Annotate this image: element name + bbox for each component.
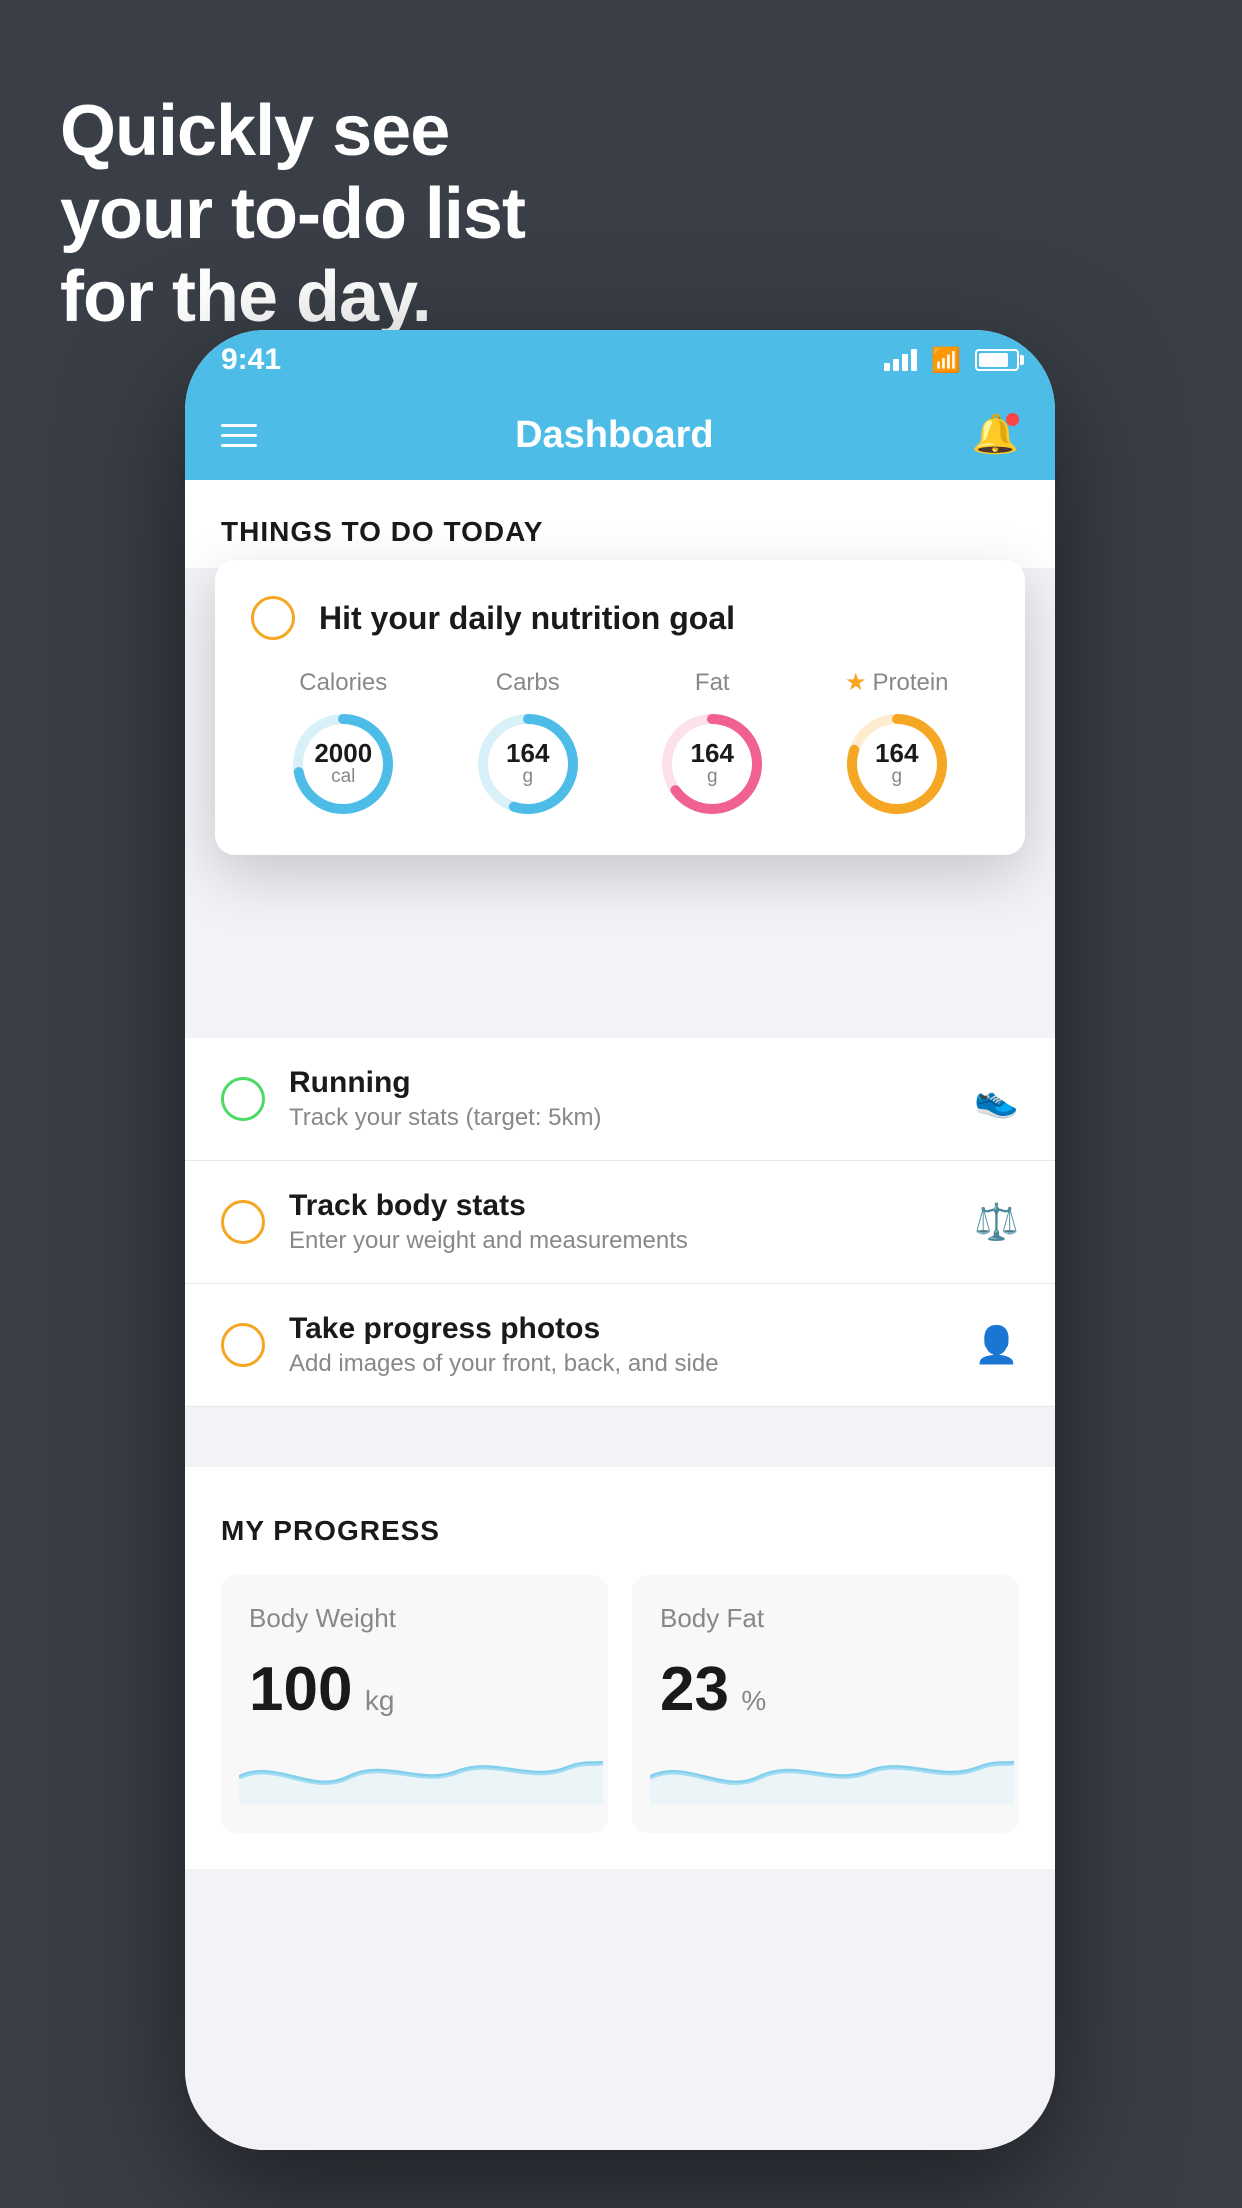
nutrient-label: Carbs <box>496 669 560 697</box>
todo-title: Take progress photos <box>289 1312 950 1346</box>
donut-unit: g <box>506 766 549 788</box>
progress-card-body-fat[interactable]: Body Fat 23 % <box>632 1575 1019 1833</box>
wave-chart <box>249 1745 580 1805</box>
todo-title: Track body stats <box>289 1189 950 1223</box>
todo-subtitle: Enter your weight and measurements <box>289 1227 950 1255</box>
donut-chart: 164 g <box>842 709 952 819</box>
nutrition-item-protein: ★Protein 164 g <box>842 668 952 819</box>
notification-badge <box>1006 413 1019 426</box>
nutrient-label: Protein <box>872 669 948 697</box>
status-bar: 9:41 📶 <box>185 330 1055 390</box>
progress-card-unit: % <box>741 1685 766 1716</box>
nutrition-item-calories: Calories 2000 cal <box>288 669 398 819</box>
donut-center: 164 g <box>506 740 549 788</box>
notifications-button[interactable]: 🔔 <box>972 413 1019 457</box>
todo-list: Running Track your stats (target: 5km) 👟… <box>185 1038 1055 1407</box>
todo-check[interactable] <box>221 1077 265 1121</box>
todo-text: Track body stats Enter your weight and m… <box>289 1189 950 1255</box>
phone-shell: 9:41 📶 Dashboard 🔔 THINGS TO <box>185 330 1055 2150</box>
status-icons: 📶 <box>884 346 1019 375</box>
donut-center: 2000 cal <box>314 740 372 788</box>
progress-card-label: Body Fat <box>660 1603 991 1634</box>
todo-check[interactable] <box>221 1323 265 1367</box>
nutrition-item-fat: Fat 164 g <box>657 669 767 819</box>
donut-center: 164 g <box>875 740 918 788</box>
donut-unit: cal <box>314 766 372 788</box>
todo-title: Running <box>289 1066 950 1100</box>
todo-text: Running Track your stats (target: 5km) <box>289 1066 950 1132</box>
todo-list-item[interactable]: Take progress photos Add images of your … <box>185 1284 1055 1407</box>
donut-unit: g <box>691 766 734 788</box>
signal-icon <box>884 349 917 371</box>
donut-value: 164 <box>875 740 918 766</box>
nutrition-card: Hit your daily nutrition goal Calories 2… <box>215 560 1025 855</box>
progress-card-label: Body Weight <box>249 1603 580 1634</box>
hero-line1: Quickly see <box>60 90 525 173</box>
progress-card-value: 100 <box>249 1655 352 1724</box>
nutrient-label: Fat <box>695 669 730 697</box>
menu-button[interactable] <box>221 424 257 447</box>
app-content: THINGS TO DO TODAY Hit your daily nutrit… <box>185 480 1055 2150</box>
donut-value: 164 <box>691 740 734 766</box>
nutrition-item-carbs: Carbs 164 g <box>473 669 583 819</box>
donut-value: 2000 <box>314 740 372 766</box>
todo-icon: 👟 <box>974 1078 1019 1120</box>
progress-card-value-row: 100 kg <box>249 1654 580 1725</box>
donut-chart: 164 g <box>657 709 767 819</box>
todo-check[interactable] <box>221 1200 265 1244</box>
todo-subtitle: Add images of your front, back, and side <box>289 1350 950 1378</box>
donut-chart: 164 g <box>473 709 583 819</box>
nav-title: Dashboard <box>515 414 713 457</box>
nutrition-row: Calories 2000 cal Carbs 164 g Fat 164 g … <box>251 668 989 819</box>
status-time: 9:41 <box>221 343 281 377</box>
progress-title: MY PROGRESS <box>221 1515 1019 1547</box>
todo-text: Take progress photos Add images of your … <box>289 1312 950 1378</box>
progress-card-unit: kg <box>365 1685 395 1716</box>
nutrition-title: Hit your daily nutrition goal <box>319 600 735 637</box>
todo-icon: 👤 <box>974 1324 1019 1366</box>
progress-card-value: 23 <box>660 1655 729 1724</box>
todo-icon: ⚖️ <box>974 1201 1019 1243</box>
wave-chart <box>660 1745 991 1805</box>
nav-bar: Dashboard 🔔 <box>185 390 1055 480</box>
todo-list-item[interactable]: Running Track your stats (target: 5km) 👟 <box>185 1038 1055 1161</box>
progress-card-body-weight[interactable]: Body Weight 100 kg <box>221 1575 608 1833</box>
nutrient-label: Calories <box>299 669 387 697</box>
battery-icon <box>975 349 1019 371</box>
todo-list-item[interactable]: Track body stats Enter your weight and m… <box>185 1161 1055 1284</box>
hero-line2: your to-do list <box>60 173 525 256</box>
progress-section: MY PROGRESS Body Weight 100 kg Body Fat … <box>185 1467 1055 1869</box>
nutrition-check[interactable] <box>251 596 295 640</box>
star-icon: ★ <box>845 668 867 697</box>
hero-text: Quickly see your to-do list for the day. <box>60 90 525 338</box>
progress-cards: Body Weight 100 kg Body Fat 23 % <box>221 1575 1019 1833</box>
progress-card-value-row: 23 % <box>660 1654 991 1725</box>
donut-value: 164 <box>506 740 549 766</box>
wifi-icon: 📶 <box>931 346 961 375</box>
nutrition-header: Hit your daily nutrition goal <box>251 596 989 640</box>
donut-center: 164 g <box>691 740 734 788</box>
donut-unit: g <box>875 766 918 788</box>
todo-subtitle: Track your stats (target: 5km) <box>289 1104 950 1132</box>
things-section: THINGS TO DO TODAY <box>185 480 1055 568</box>
donut-chart: 2000 cal <box>288 709 398 819</box>
hero-line3: for the day. <box>60 256 525 339</box>
